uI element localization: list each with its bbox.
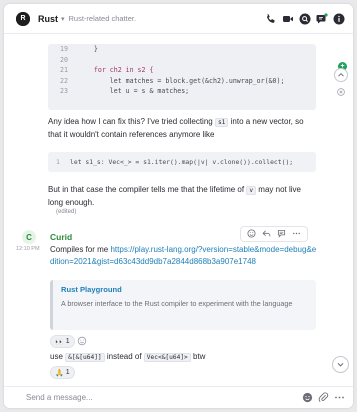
close-icon [337, 88, 345, 96]
video-call-icon[interactable] [281, 12, 294, 25]
code-line: 20 [60, 55, 68, 64]
code-block: 1 let s1_s: Vec<_> = s1.iter().map(|v| v.… [48, 152, 316, 172]
sender-name[interactable]: Curid [50, 232, 72, 242]
message-body: Compiles for me https://play.rust-lang.o… [50, 245, 317, 266]
more-options-icon[interactable] [334, 392, 345, 403]
composer-actions [302, 392, 345, 403]
rust-logo-icon[interactable]: R [16, 11, 30, 26]
reaction-count: 1 [65, 338, 70, 345]
reaction-pill[interactable]: 👀 1 [50, 335, 75, 348]
code-line: 22 let matches = block.get(&ch2).unwrap_… [60, 76, 285, 85]
inline-code: v [246, 186, 257, 195]
code-line: 23 let u = s & matches; [60, 87, 190, 95]
chevron-down-icon[interactable]: ▾ [61, 15, 65, 23]
message-input[interactable] [26, 393, 276, 402]
edited-marker[interactable]: (edited) [56, 209, 76, 215]
code-line: 21 for ch2 in s2 { [60, 66, 154, 74]
eyes-emoji: 👀 [55, 338, 64, 346]
chevron-down-icon [337, 363, 344, 367]
folded-hands-emoji: 🙏 [55, 369, 64, 377]
header-actions [264, 12, 345, 25]
dismiss-unread-button[interactable] [334, 85, 348, 99]
message-composer [4, 386, 353, 408]
room-header: R Rust ▾ Rust-related chatter. [4, 4, 353, 34]
more-options-icon[interactable] [292, 229, 301, 240]
thread-icon[interactable] [277, 229, 286, 240]
inline-code: s1 [214, 118, 229, 127]
add-reaction-icon[interactable] [77, 336, 87, 346]
preview-title[interactable]: Rust Playground [61, 285, 308, 294]
message-body: use &[&[u64]] instead of Vec<&[u64]> btw [50, 352, 206, 362]
reply-icon[interactable] [262, 229, 271, 240]
preview-description: A browser interface to the Rust compiler… [61, 299, 293, 308]
message-timestamp[interactable]: 12:10 PM [16, 246, 40, 252]
inline-code: Vec<&[u64]> [143, 353, 191, 362]
code-block: 19 } 20 21 for ch2 in s2 { 22 let matche… [48, 44, 316, 110]
voice-call-icon[interactable] [264, 12, 277, 25]
room-info-icon[interactable] [332, 12, 345, 25]
message-action-bar [240, 226, 308, 242]
message-body: Any idea how I can fix this? I've tried … [48, 117, 304, 139]
jump-to-bottom-button[interactable] [332, 356, 349, 373]
code-line: 19 } [60, 45, 98, 53]
chevron-up-icon [338, 72, 344, 77]
react-icon[interactable] [247, 228, 256, 240]
inline-code: &[&[u64]] [65, 353, 105, 362]
message-body: But in that case the compiler tells me t… [48, 185, 301, 207]
jump-to-unread-button[interactable] [334, 68, 348, 82]
url-preview: Rust Playground A browser interface to t… [50, 280, 316, 330]
room-name[interactable]: Rust [38, 14, 58, 24]
attachment-icon[interactable] [318, 392, 329, 403]
emoji-icon[interactable] [302, 392, 313, 403]
chat-window: R Rust ▾ Rust-related chatter. 19 } 20 2… [4, 4, 353, 408]
avatar[interactable]: C [22, 230, 36, 244]
room-topic: Rust-related chatter. [68, 14, 137, 23]
reaction-count: 1 [65, 369, 70, 376]
search-icon[interactable] [298, 12, 311, 25]
threads-icon[interactable] [315, 12, 328, 25]
reaction-pill[interactable]: 🙏 1 [50, 366, 75, 379]
